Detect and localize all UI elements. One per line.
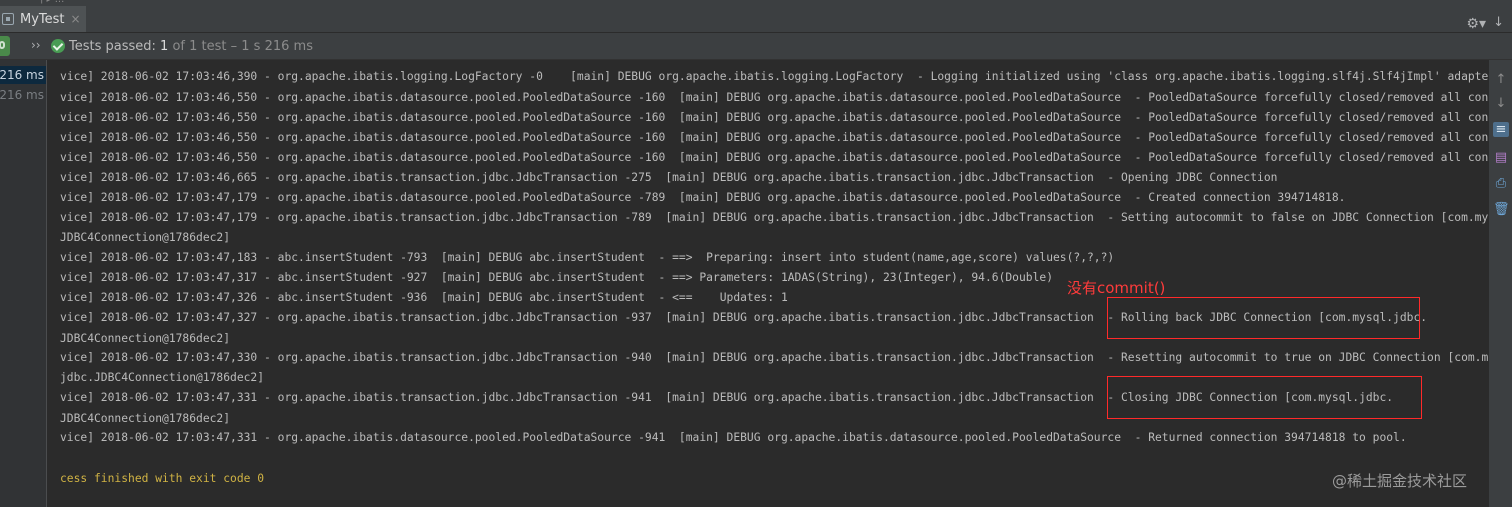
log-line: vice] 2018-06-02 17:03:46,390 - org.apac… bbox=[60, 70, 1488, 83]
tests-passed-count: 1 bbox=[160, 39, 169, 54]
tests-duration: – 1 s 216 ms bbox=[230, 39, 313, 54]
tree-item-duration: s 216 ms bbox=[0, 68, 44, 82]
log-line: vice] 2018-06-02 17:03:46,550 - org.apac… bbox=[60, 131, 1488, 144]
run-tab-bar: MyTest × ⚙▾ ↓ bbox=[0, 6, 1512, 33]
process-finished-line: cess finished with exit code 0 bbox=[60, 472, 265, 485]
print-icon[interactable]: ⎙ bbox=[1493, 176, 1509, 191]
scroll-to-end-icon[interactable]: ▤ bbox=[1493, 150, 1509, 165]
log-line: vice] 2018-06-02 17:03:46,550 - org.apac… bbox=[60, 91, 1488, 104]
soft-wrap-icon[interactable]: ≡ bbox=[1493, 122, 1509, 137]
log-line: JDBC4Connection@1786dec2] bbox=[60, 412, 231, 425]
log-line: vice] 2018-06-02 17:03:46,550 - org.apac… bbox=[60, 111, 1488, 124]
log-line: vice] 2018-06-02 17:03:47,317 - abc.inse… bbox=[60, 271, 1053, 284]
tests-passed-label: Tests passed: bbox=[69, 39, 156, 54]
check-circle-icon bbox=[51, 39, 65, 53]
log-line: vice] 2018-06-02 17:03:46,550 - org.apac… bbox=[60, 151, 1488, 164]
expand-icon[interactable]: ›› bbox=[31, 38, 41, 52]
run-config-icon bbox=[2, 13, 14, 25]
test-tree-item[interactable]: s 216 ms bbox=[0, 86, 46, 104]
log-line: JDBC4Connection@1786dec2] bbox=[60, 231, 231, 244]
trash-icon[interactable]: 🗑 bbox=[1493, 202, 1510, 217]
annotation-box-rollback bbox=[1107, 297, 1420, 339]
test-tree-panel: s 216 ms s 216 ms bbox=[0, 60, 47, 507]
console-toolbar: ↑ ↓ ≡ ▤ ⎙ 🗑 bbox=[1488, 60, 1512, 507]
test-status-bar: ›› Tests passed: 1 of 1 test – 1 s 216 m… bbox=[0, 33, 1512, 60]
hide-icon[interactable]: ↓ bbox=[1493, 15, 1504, 30]
log-line: vice] 2018-06-02 17:03:47,179 - org.apac… bbox=[60, 211, 1488, 224]
log-line: vice] 2018-06-02 17:03:47,330 - org.apac… bbox=[60, 351, 1488, 364]
tab-mytest[interactable]: MyTest × bbox=[0, 6, 86, 32]
tests-passed-status: Tests passed: 1 of 1 test – 1 s 216 ms bbox=[69, 39, 313, 54]
log-line: JDBC4Connection@1786dec2] bbox=[60, 332, 231, 345]
tree-item-duration: s 216 ms bbox=[0, 88, 44, 102]
rerun-button[interactable] bbox=[0, 36, 10, 56]
log-line: vice] 2018-06-02 17:03:47,326 - abc.inse… bbox=[60, 291, 788, 304]
close-icon[interactable]: × bbox=[71, 12, 81, 26]
tab-label: MyTest bbox=[20, 11, 65, 27]
tests-total: of 1 test bbox=[172, 39, 227, 54]
gear-icon[interactable]: ⚙▾ bbox=[1466, 16, 1486, 32]
up-arrow-icon[interactable]: ↑ bbox=[1493, 72, 1509, 87]
project-tree-fragment: ¦ ▸ ... bbox=[40, 0, 64, 5]
annotation-no-commit: 没有commit() bbox=[1067, 279, 1166, 297]
log-line: vice] 2018-06-02 17:03:46,665 - org.apac… bbox=[60, 171, 1278, 184]
annotation-box-closing bbox=[1107, 376, 1422, 419]
watermark: @稀土掘金技术社区 bbox=[1332, 472, 1468, 490]
log-line: vice] 2018-06-02 17:03:47,331 - org.apac… bbox=[60, 431, 1407, 444]
log-line: vice] 2018-06-02 17:03:47,179 - org.apac… bbox=[60, 191, 1346, 204]
log-line: vice] 2018-06-02 17:03:47,183 - abc.inse… bbox=[60, 251, 1115, 264]
test-tree-item-selected[interactable]: s 216 ms bbox=[0, 66, 46, 84]
log-line: jdbc.JDBC4Connection@1786dec2] bbox=[60, 371, 265, 384]
down-arrow-icon[interactable]: ↓ bbox=[1493, 96, 1509, 111]
console-output[interactable]: vice] 2018-06-02 17:03:46,390 - org.apac… bbox=[48, 60, 1488, 507]
